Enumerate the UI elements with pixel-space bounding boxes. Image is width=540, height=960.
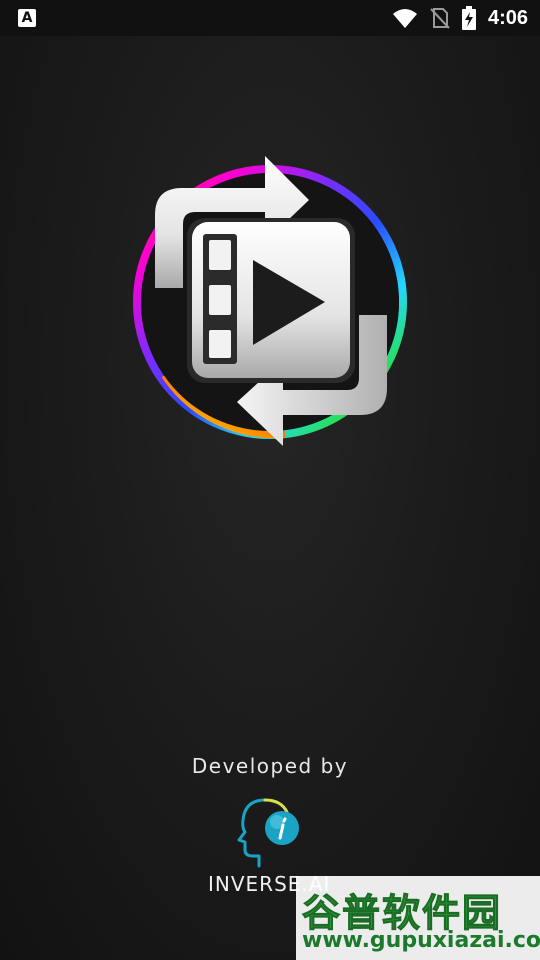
head-profile-icon [237, 798, 299, 868]
developer-logo [235, 796, 305, 868]
app-notification-icon: A [18, 9, 36, 27]
status-bar-right: 4:06 [392, 0, 528, 36]
status-bar: A 4:06 [0, 0, 540, 36]
developed-by-label: Developed by [191, 754, 349, 778]
app-logo [125, 150, 415, 455]
wifi-icon [392, 9, 417, 28]
status-time: 4:06 [487, 6, 528, 29]
watermark: 谷普软件园 www.gupuxiazai.com [296, 876, 540, 960]
battery-charging-icon [461, 6, 476, 30]
watermark-url: www.gupuxiazai.com [302, 928, 540, 953]
no-sim-icon [430, 8, 450, 29]
video-convert-logo [133, 156, 407, 446]
